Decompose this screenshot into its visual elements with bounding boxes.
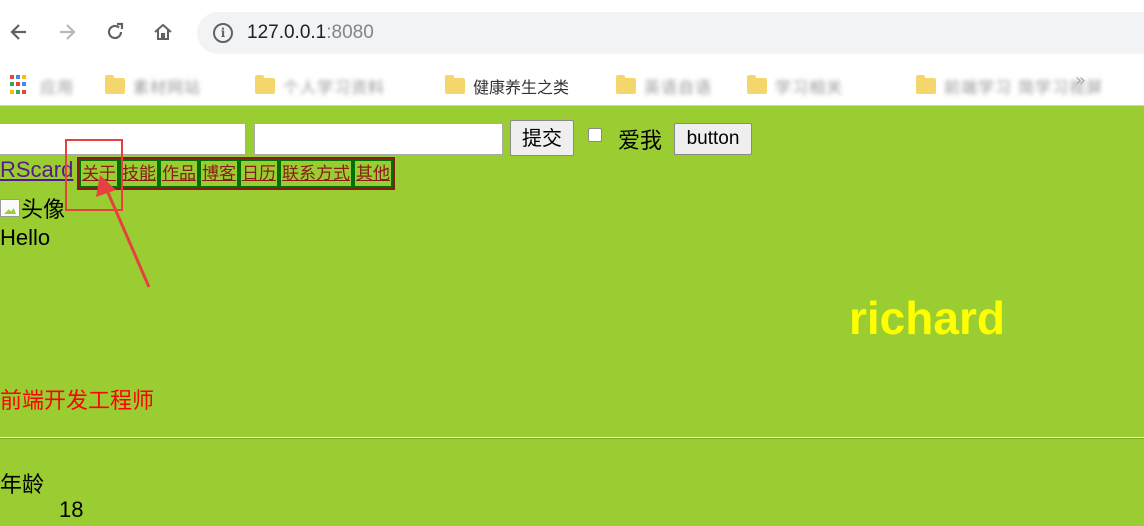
love-checkbox[interactable]	[588, 128, 602, 142]
folder-icon	[747, 75, 767, 94]
bookmark-folder[interactable]: 个人学习资料	[255, 71, 385, 101]
age-value: 18	[59, 497, 84, 522]
avatar: 头像	[0, 193, 65, 223]
text-input-2[interactable]	[254, 123, 503, 155]
avatar-alt-text: 头像	[21, 198, 66, 223]
folder-icon	[255, 75, 275, 94]
folder-icon	[105, 75, 125, 94]
nav-item-blog[interactable]: 博客	[199, 159, 239, 188]
bookmark-folder[interactable]: 素材网站	[105, 71, 201, 101]
arrow-left-icon[interactable]	[3, 16, 35, 48]
plain-button[interactable]: button	[674, 123, 752, 155]
address-bar[interactable]: i 127.0.0.1:8080	[197, 12, 1144, 54]
submit-button[interactable]: 提交	[510, 120, 574, 156]
bookmark-folder[interactable]: 健康养生之类	[445, 71, 569, 101]
profile-role: 前端开发工程师	[0, 389, 155, 414]
divider	[0, 437, 1144, 439]
greeting: Hello	[0, 225, 51, 250]
nav-item-other[interactable]: 其他	[353, 159, 393, 188]
url-port: :8080	[326, 22, 374, 43]
bookmark-label: 英语自语	[644, 78, 713, 97]
nav-menu: 关于 技能 作品 博客 日历 联系方式 其他	[77, 157, 395, 190]
profile-name: richard	[849, 292, 1005, 344]
nav-item-works[interactable]: 作品	[159, 159, 199, 188]
bookmark-label: 学习相关	[775, 78, 844, 97]
reload-icon[interactable]	[99, 16, 131, 48]
nav-item-skills[interactable]: 技能	[119, 159, 159, 188]
info-icon[interactable]: i	[213, 23, 233, 43]
annotation-box	[65, 139, 123, 211]
browser-toolbar: i 127.0.0.1:8080	[0, 0, 1144, 66]
broken-image-icon	[0, 199, 20, 217]
folder-icon	[445, 75, 465, 94]
bookmark-folder[interactable]: 学习相关	[747, 71, 843, 101]
folder-icon	[916, 75, 936, 94]
nav-item-contact[interactable]: 联系方式	[279, 159, 353, 188]
bookmark-label: 个人学习资料	[283, 78, 386, 97]
arrow-right-icon[interactable]	[51, 16, 83, 48]
home-icon[interactable]	[147, 16, 179, 48]
url-text: 127.0.0.1:8080	[247, 22, 374, 44]
text-input-1[interactable]	[0, 123, 246, 155]
apps-grid-icon[interactable]	[10, 75, 30, 95]
nav-item-calendar[interactable]: 日历	[239, 159, 279, 188]
more-bookmarks-icon[interactable]: »	[1075, 70, 1086, 91]
checkbox-label: 爱我	[618, 129, 663, 154]
bookmark-folder[interactable]: 英语自语	[616, 71, 712, 101]
bookmarks-bar: 应用 素材网站 个人学习资料 健康养生之类 英语自语 学习相关 前端学习 简学习…	[0, 66, 1144, 106]
bookmark-label: 健康养生之类	[473, 78, 570, 97]
bookmark-apps[interactable]: 应用	[40, 71, 74, 101]
bookmark-label: 素材网站	[133, 78, 202, 97]
bookmark-label: 应用	[40, 78, 75, 97]
page-content: 提交 爱我 button RScard 关于 技能 作品 博客 日历 联系方式 …	[0, 107, 1144, 526]
brand-link[interactable]: RScard	[0, 157, 73, 183]
url-host: 127.0.0.1	[247, 22, 327, 43]
age-label: 年龄	[0, 473, 45, 498]
folder-icon	[616, 75, 636, 94]
